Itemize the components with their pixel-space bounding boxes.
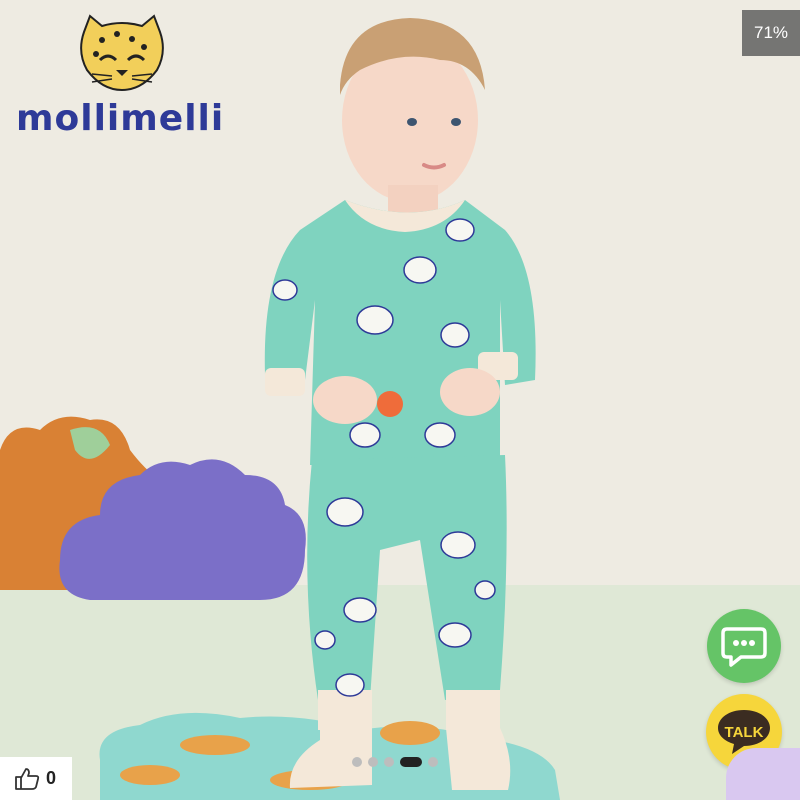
chat-bubble-icon [721,627,767,667]
pagination-dot-active[interactable] [400,757,422,767]
pagination-dot[interactable] [384,757,394,767]
leopard-icon [80,14,164,92]
pagination-dot[interactable] [352,757,362,767]
brand-logo: mollimelli [0,0,240,160]
thumbs-up-icon [15,767,40,790]
zoom-percent: 71% [742,10,800,56]
pagination-dot[interactable] [428,757,438,767]
product-image-viewer[interactable]: mollimelli 71% TALK 0 [0,0,800,800]
talk-label: TALK [724,723,764,741]
like-button[interactable]: 0 [0,757,72,800]
gallery-pagination [352,757,438,767]
like-count: 0 [46,768,57,788]
pagination-dot[interactable] [368,757,378,767]
decorative-corner [726,748,800,800]
brand-name: mollimelli [16,98,225,139]
chat-button[interactable] [707,609,781,683]
